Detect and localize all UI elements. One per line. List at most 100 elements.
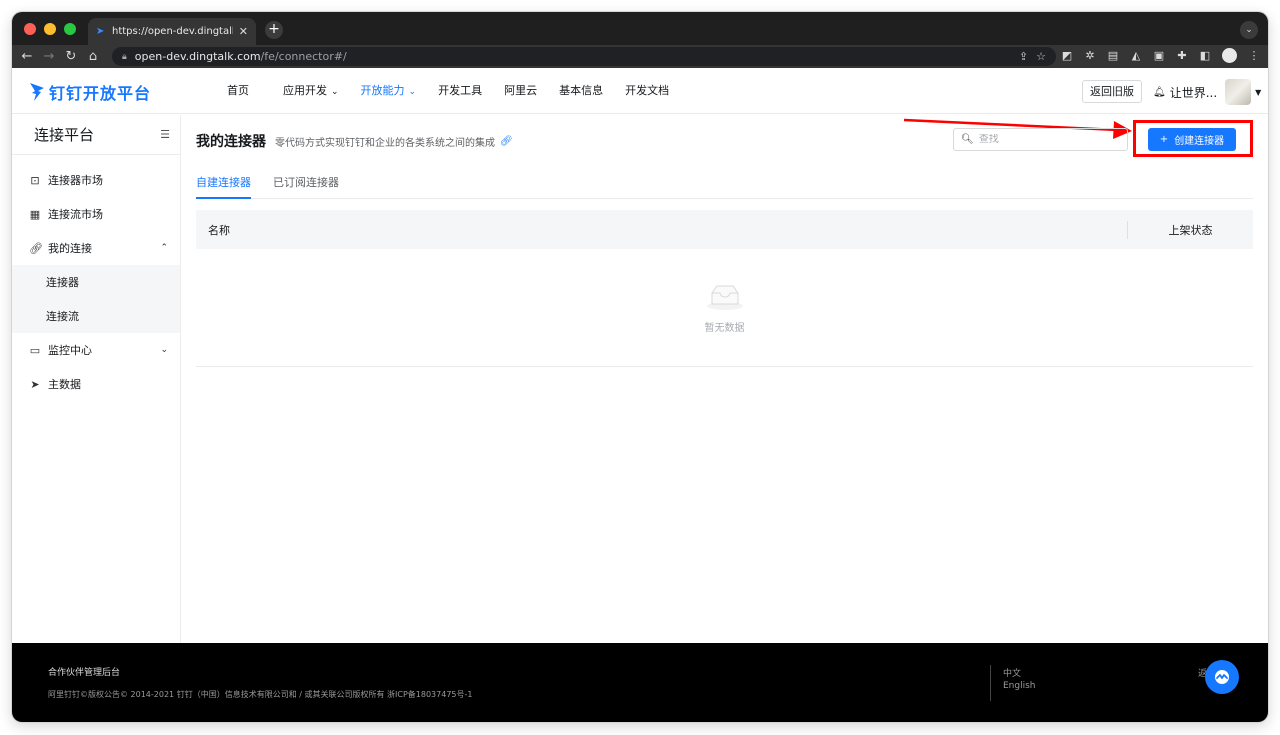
- window-controls: [24, 23, 76, 35]
- chevron-down-icon: ⌄: [408, 87, 417, 97]
- minimize-window-button[interactable]: [44, 23, 56, 35]
- app-header: 钉钉开放平台 首页 应用开发 ⌄ 开放能力 ⌄ 开发工具 阿里云 基本信息 开发文档…: [12, 68, 1268, 114]
- profile-avatar-icon[interactable]: [1222, 48, 1237, 63]
- browser-tabbar: ➤ https://open-dev.dingtalk.com/ ✕ + ⌄: [12, 12, 1268, 45]
- sidebar-header: 连接平台 ☰: [12, 115, 180, 155]
- nav-label: 应用开发: [283, 84, 327, 97]
- table-empty-state: 暂无数据: [196, 249, 1253, 367]
- sidebar-item-master-data[interactable]: ➤ 主数据: [12, 367, 180, 401]
- column-header-status: 上架状态: [1168, 223, 1213, 237]
- page-title: 我的连接器: [196, 134, 266, 150]
- main-nav: 首页 应用开发 ⌄ 开放能力 ⌄ 开发工具 阿里云 基本信息 开发文档: [216, 68, 680, 114]
- chart-icon: ▭: [29, 343, 41, 357]
- nav-item-dev-tools[interactable]: 开发工具: [427, 68, 493, 114]
- sidebar-item-connector-market[interactable]: ⊡ 连接器市场: [12, 163, 180, 197]
- back-icon[interactable]: ←: [16, 49, 38, 64]
- close-tab-icon[interactable]: ✕: [239, 25, 248, 38]
- avatar[interactable]: [1225, 79, 1252, 105]
- page-description: 零代码方式实现钉钉和企业的各类系统之间的集成 🔗︎: [275, 134, 513, 149]
- nav-label: 首页: [227, 84, 249, 97]
- home-icon[interactable]: ⌂: [82, 49, 104, 64]
- column-header-name: 名称: [208, 223, 230, 237]
- language-chinese[interactable]: 中文: [1003, 666, 1021, 679]
- footer-copyright: 阿里钉钉©版权公告© 2014-2021 钉钉（中国）信息技术有限公司和 / 或…: [48, 690, 473, 699]
- shopping-bag-icon: ⊡: [30, 173, 40, 187]
- dingtalk-logo[interactable]: 钉钉开放平台: [29, 80, 151, 104]
- language-english[interactable]: English: [1003, 681, 1036, 691]
- nav-item-app-dev[interactable]: 应用开发 ⌄: [272, 68, 350, 114]
- tab-subscribed[interactable]: 已订阅连接器: [273, 173, 339, 199]
- empty-text: 暂无数据: [704, 323, 745, 334]
- extension-icon[interactable]: ▤: [1107, 49, 1119, 62]
- return-old-version-button[interactable]: 返回旧版: [1082, 80, 1142, 103]
- bell-icon[interactable]: 🔔︎: [1153, 87, 1166, 98]
- extension-icon[interactable]: ◭: [1130, 49, 1142, 62]
- nav-label: 阿里云: [504, 84, 538, 97]
- reload-icon[interactable]: ↻: [60, 49, 82, 64]
- sidebar-item-monitoring[interactable]: ▭ 监控中心 ⌄: [12, 333, 180, 367]
- footer-divider: [990, 665, 991, 701]
- nav-item-open-capability[interactable]: 开放能力 ⌄: [350, 68, 428, 114]
- close-window-button[interactable]: [24, 23, 36, 35]
- dingtalk-favicon-icon: ➤: [96, 25, 105, 37]
- address-url[interactable]: open-dev.dingtalk.com/fe/connector#/: [135, 50, 1011, 63]
- browser-window: ➤ https://open-dev.dingtalk.com/ ✕ + ⌄ ←…: [12, 12, 1268, 722]
- app-root: 钉钉开放平台 首页 应用开发 ⌄ 开放能力 ⌄ 开发工具 阿里云 基本信息 开发文档…: [12, 68, 1268, 722]
- extension-icon[interactable]: ✲: [1084, 49, 1096, 62]
- user-menu[interactable]: 🔔︎ 让世界... ▼: [1153, 79, 1261, 105]
- create-connector-button[interactable]: + 创建连接器: [1148, 128, 1236, 151]
- sidebar-subitem-connector[interactable]: 连接器: [12, 265, 180, 299]
- sidebar-item-label: 连接器: [46, 276, 79, 289]
- search-input[interactable]: 🔍︎: [953, 128, 1128, 151]
- sidebar-title: 连接平台: [34, 126, 95, 144]
- collapse-menu-icon[interactable]: ☰: [160, 128, 170, 141]
- nav-label: 基本信息: [559, 84, 604, 97]
- forward-icon[interactable]: →: [38, 49, 60, 64]
- nav-item-home[interactable]: 首页: [216, 68, 260, 114]
- help-assistant-button[interactable]: [1205, 660, 1239, 694]
- dingtalk-logo-icon: [30, 83, 44, 101]
- new-tab-button[interactable]: +: [265, 21, 283, 39]
- sidebar-item-label: 连接器市场: [48, 174, 103, 187]
- lock-icon[interactable]: 🔒︎: [122, 52, 127, 62]
- sidebar-item-label: 连接流市场: [48, 208, 103, 221]
- link-icon[interactable]: 🔗︎: [500, 136, 513, 147]
- grid-icon: ▦: [29, 207, 41, 221]
- browser-tab[interactable]: ➤ https://open-dev.dingtalk.com/ ✕: [88, 18, 256, 45]
- connector-table: 名称 上架状态 暂无数据: [196, 210, 1253, 367]
- chevron-down-icon: ⌄: [160, 345, 168, 355]
- search-field[interactable]: [978, 134, 1119, 145]
- logo-text: 钉钉开放平台: [49, 84, 152, 103]
- footer-title[interactable]: 合作伙伴管理后台: [48, 665, 120, 678]
- connector-tabs: 自建连接器 已订阅连接器: [196, 173, 1253, 199]
- address-bar[interactable]: 🔒︎ open-dev.dingtalk.com/fe/connector#/ …: [112, 47, 1056, 66]
- url-host: open-dev.dingtalk.com: [134, 50, 261, 63]
- extensions-puzzle-icon[interactable]: ✚: [1176, 49, 1188, 62]
- bookmark-star-icon[interactable]: ☆: [1036, 50, 1046, 63]
- browser-toolbar: ← → ↻ ⌂ 🔒︎ open-dev.dingtalk.com/fe/conn…: [12, 45, 1268, 68]
- sidebar-item-my-connections[interactable]: 🔗︎ 我的连接 ⌃: [12, 231, 180, 265]
- tab-search-button[interactable]: ⌄: [1240, 21, 1258, 39]
- nav-item-aliyun[interactable]: 阿里云: [493, 68, 548, 114]
- sidebar-item-label: 连接流: [46, 310, 79, 323]
- nav-label: 开发文档: [625, 84, 670, 97]
- nav-item-basic-info[interactable]: 基本信息: [548, 68, 614, 114]
- share-icon[interactable]: ⇪: [1019, 50, 1028, 63]
- caret-down-icon[interactable]: ▼: [1255, 88, 1261, 97]
- extension-icon[interactable]: ▣: [1153, 49, 1165, 62]
- tab-self-built[interactable]: 自建连接器: [196, 173, 251, 199]
- sidebar-item-flow-market[interactable]: ▦ 连接流市场: [12, 197, 180, 231]
- empty-inbox-icon: [707, 285, 743, 310]
- sidebar-item-label: 监控中心: [48, 344, 92, 357]
- nav-item-dev-docs[interactable]: 开发文档: [614, 68, 680, 114]
- maximize-window-button[interactable]: [64, 23, 76, 35]
- browser-menu-icon[interactable]: ⋮: [1248, 49, 1260, 62]
- sidebar-subitem-flow[interactable]: 连接流: [12, 299, 180, 333]
- main-content: 我的连接器 零代码方式实现钉钉和企业的各类系统之间的集成 🔗︎ 🔍︎ + 创建连…: [196, 115, 1254, 643]
- sidebar-toggle-icon[interactable]: ◧: [1199, 49, 1211, 62]
- sidebar: 连接平台 ☰ ⊡ 连接器市场 ▦ 连接流市场 🔗︎ 我的连接 ⌃ 连接器 连接流: [12, 115, 181, 643]
- extension-icon[interactable]: ◩: [1061, 49, 1073, 62]
- extension-icons: ◩ ✲ ▤ ◭ ▣ ✚ ◧ ⋮: [1061, 48, 1260, 63]
- url-path: /fe/connector#/: [260, 50, 347, 63]
- sidebar-item-label: 主数据: [48, 378, 81, 391]
